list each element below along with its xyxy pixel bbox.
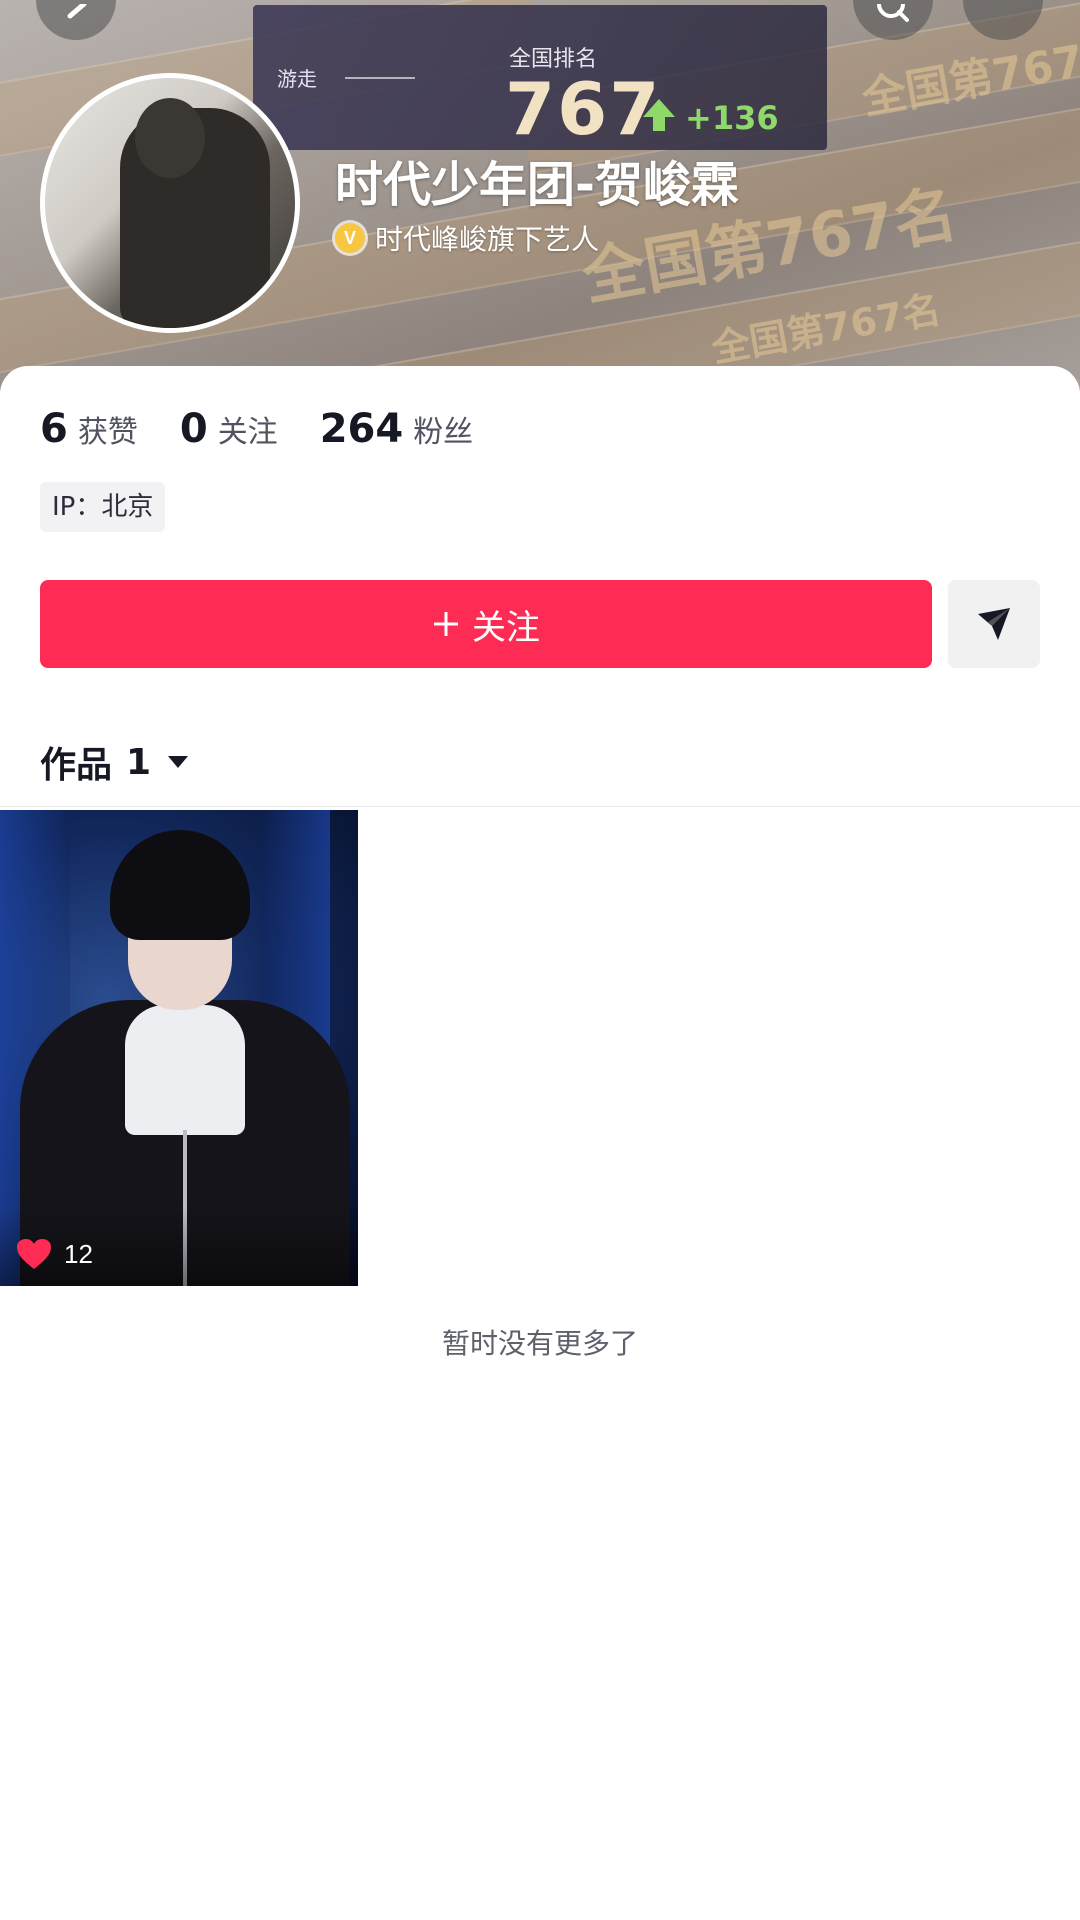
stat-followers[interactable]: 264 粉丝 (320, 406, 474, 452)
video-like-count: 12 (64, 1238, 93, 1269)
profile-content-panel: 6 获赞 0 关注 264 粉丝 IP：北京 关注 作品 1 12 暂时没有更多… (0, 366, 1080, 1920)
caret-down-icon (167, 754, 189, 770)
tab-works-label: 作品 (40, 745, 113, 786)
verified-badge-letter: V (343, 227, 356, 248)
verification-row: V 时代峰峻旗下艺人 (335, 218, 599, 258)
follow-button-label: 关注 (472, 607, 540, 648)
stat-label: 关注 (217, 415, 278, 450)
avatar[interactable] (40, 73, 300, 333)
profile-name: 时代少年团-贺峻霖 (335, 157, 739, 213)
rank-card[interactable]: 游走 全国排名 767 +136 (253, 5, 827, 151)
verified-badge-icon: V (335, 223, 365, 253)
plus-icon (432, 610, 460, 638)
arrow-up-icon (643, 99, 675, 131)
stat-likes[interactable]: 6 获赞 (40, 406, 138, 452)
verification-text: 时代峰峻旗下艺人 (375, 223, 600, 256)
rank-divider-line (345, 77, 415, 79)
stat-label: 粉丝 (413, 415, 474, 450)
rank-wander-label: 游走 (277, 67, 317, 91)
tab-works-count: 1 (126, 741, 152, 783)
thumbnail-figure-hair (110, 830, 250, 940)
stat-value: 6 (40, 406, 68, 452)
ip-location-tag: IP：北京 (40, 482, 166, 532)
stat-following[interactable]: 0 关注 (180, 406, 278, 452)
section-divider (0, 806, 1080, 807)
stat-value: 264 (319, 406, 404, 452)
follow-button[interactable]: 关注 (40, 580, 932, 668)
thumbnail-figure-shirt (125, 1005, 245, 1135)
search-icon (877, 4, 909, 22)
heart-icon (17, 1239, 51, 1269)
back-icon (67, 4, 87, 19)
send-icon (978, 608, 1010, 640)
rank-number: 767 (505, 67, 662, 151)
video-thumbnail[interactable]: 12 (0, 810, 358, 1286)
profile-header-banner: 全国第767名 全国第767名 全国第767名 游走 全国排名 767 +136… (0, 0, 1080, 420)
back-button[interactable] (36, 0, 116, 40)
stat-value: 0 (179, 406, 208, 452)
stat-label: 获赞 (77, 415, 138, 450)
avatar-head (135, 98, 205, 178)
send-message-button[interactable] (948, 580, 1040, 668)
video-like-row: 12 (16, 1238, 93, 1270)
no-more-content-text: 暂时没有更多了 (441, 1327, 638, 1360)
profile-stats: 6 获赞 0 关注 264 粉丝 (40, 406, 515, 452)
tab-works[interactable]: 作品 1 (40, 736, 189, 788)
rank-change: +136 (685, 99, 779, 137)
